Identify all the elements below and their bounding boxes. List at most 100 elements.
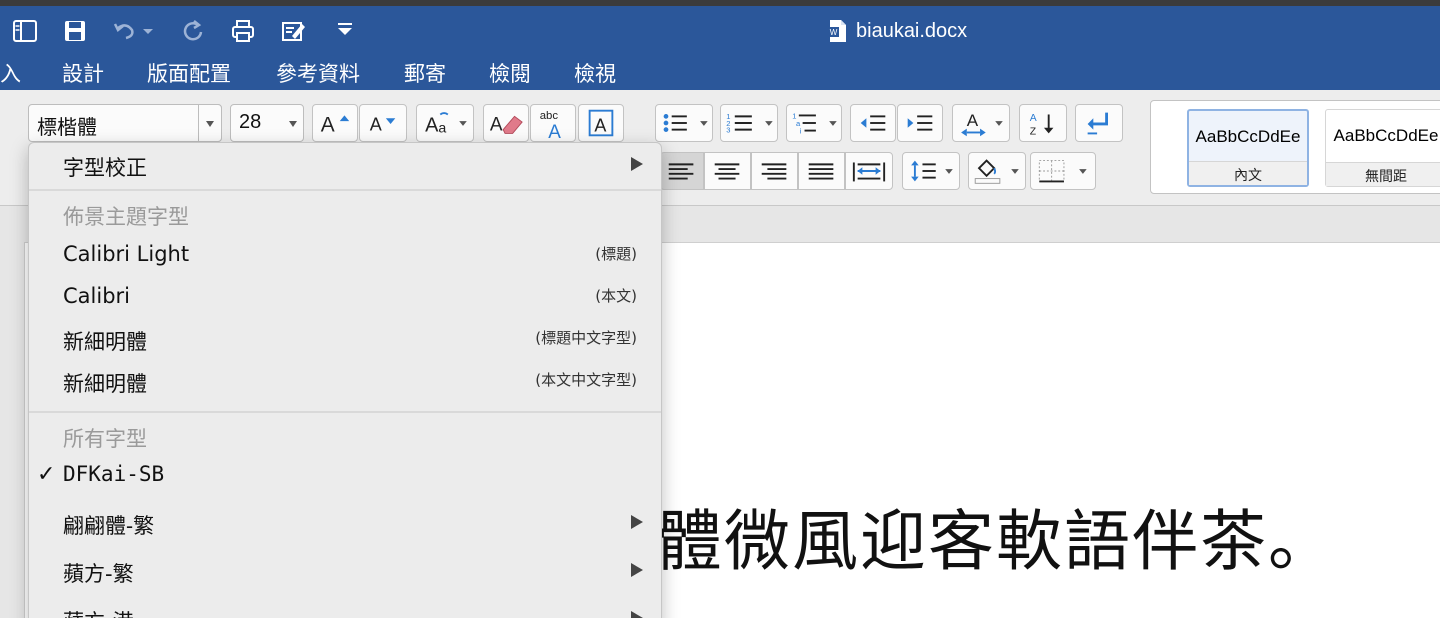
word-window: W biaukai.docx 入 設計 版面配置 參考資料 郵寄 檢閱 檢視 標… (0, 0, 1440, 618)
submenu-arrow-icon (631, 563, 643, 577)
align-left-icon (668, 163, 694, 180)
print-icon[interactable] (228, 16, 258, 46)
shrink-font-button[interactable]: A (359, 104, 407, 142)
multilevel-list-button[interactable]: 1ai (786, 104, 842, 142)
checkmark-icon: ✓ (37, 461, 56, 486)
style-card-normal[interactable]: AaBbCcDdEe 內文 (1187, 109, 1309, 187)
justify-icon (808, 163, 834, 180)
text-effects-button[interactable]: abc A (530, 104, 576, 142)
sort-icon: AZ (1030, 113, 1054, 137)
borders-button[interactable] (1030, 152, 1096, 190)
menu-item-font[interactable]: 蘋方-繁 (29, 551, 661, 591)
svg-text:A: A (967, 111, 979, 130)
font-name-label: Calibri (63, 284, 130, 308)
redo-icon[interactable] (178, 16, 208, 46)
tab-insert[interactable]: 入 (0, 58, 21, 88)
svg-text:A: A (490, 115, 503, 136)
style-name-label: 內文 (1189, 161, 1307, 185)
svg-text:A: A (370, 115, 382, 135)
character-border-icon: A (588, 109, 614, 137)
align-right-icon (761, 163, 787, 180)
grow-font-button[interactable]: A (312, 104, 358, 142)
menu-item-font[interactable]: Calibri (本文) (29, 277, 661, 317)
align-right-button[interactable] (751, 152, 798, 190)
menu-item-font[interactable]: 新細明體 (本文中文字型) (29, 361, 661, 401)
text-effects-icon: abcA (540, 110, 562, 141)
tab-review[interactable]: 檢閱 (489, 58, 531, 88)
character-border-button[interactable]: A (578, 104, 624, 142)
svg-text:A: A (548, 122, 561, 141)
document-title: W biaukai.docx (828, 18, 967, 44)
eraser-icon: A (490, 115, 523, 136)
font-dropdown-menu: 字型校正 佈景主題字型 Calibri Light (標題) Calibri (… (28, 142, 662, 618)
svg-text:A: A (425, 115, 439, 137)
show-formatting-button[interactable] (1075, 104, 1123, 142)
font-name-combobox[interactable]: 標楷體 (28, 104, 222, 142)
font-name-label: 新細明體 (63, 372, 147, 396)
menu-item-font[interactable]: 翩翩體-繁 (29, 503, 661, 543)
style-card-no-spacing[interactable]: AaBbCcDdEe 無間距 (1325, 109, 1440, 187)
svg-text:Z: Z (1030, 126, 1037, 137)
theme-fonts-header: 佈景主題字型 (63, 205, 189, 229)
document-body-text[interactable]: 體微風迎客軟語伴茶。 (656, 488, 1336, 584)
justify-button[interactable] (798, 152, 845, 190)
tab-references[interactable]: 參考資料 (276, 58, 360, 88)
edit-document-icon[interactable] (278, 16, 308, 46)
distributed-button[interactable] (845, 152, 893, 190)
font-size-combobox[interactable]: 28 (230, 104, 304, 142)
sidebar-toggle-icon[interactable] (10, 16, 40, 46)
increase-indent-button[interactable] (897, 104, 943, 142)
tab-mailings[interactable]: 郵寄 (404, 58, 446, 88)
return-arrow-icon (1087, 112, 1108, 135)
sort-button[interactable]: AZ (1019, 104, 1067, 142)
style-sample-text: AaBbCcDdEe (1195, 127, 1301, 146)
tab-layout[interactable]: 版面配置 (147, 58, 231, 88)
menu-item-font-correction[interactable]: 字型校正 (29, 145, 661, 185)
align-left-button[interactable] (660, 152, 704, 190)
title-bar: W biaukai.docx (0, 6, 1440, 56)
style-sample-text: AaBbCcDdEe (1333, 126, 1439, 145)
increase-indent-icon (907, 115, 933, 131)
align-center-button[interactable] (704, 152, 751, 190)
svg-text:A: A (321, 114, 335, 137)
font-name-label: 翩翩體-繁 (63, 514, 155, 538)
character-spacing-icon: A (961, 111, 1003, 137)
save-icon[interactable] (60, 16, 90, 46)
shrink-font-icon: A (370, 115, 396, 135)
numbered-list-icon: 123 (726, 112, 773, 134)
undo-dropdown-icon[interactable] (140, 16, 156, 46)
shading-button[interactable] (968, 152, 1026, 190)
menu-item-font[interactable]: 新細明體 (標題中文字型) (29, 319, 661, 359)
submenu-arrow-icon (631, 157, 643, 171)
word-document-icon: W (828, 20, 846, 42)
change-case-button[interactable]: Aa (416, 104, 474, 142)
decrease-indent-button[interactable] (850, 104, 896, 142)
line-spacing-icon (911, 160, 953, 182)
distributed-icon (852, 162, 886, 182)
chevron-down-icon (206, 121, 214, 127)
line-spacing-button[interactable] (902, 152, 960, 190)
tab-design[interactable]: 設計 (62, 58, 104, 88)
font-size-value: 28 (239, 111, 262, 133)
menu-item-font-selected[interactable]: ✓ DFKai-SB (29, 455, 661, 495)
svg-text:A: A (1030, 113, 1037, 124)
menu-item-font[interactable]: 蘋方-港 (29, 599, 661, 618)
tab-view[interactable]: 檢視 (574, 58, 616, 88)
menu-separator (29, 189, 661, 191)
submenu-arrow-icon (631, 611, 643, 618)
menu-item-font[interactable]: Calibri Light (標題) (29, 235, 661, 275)
bullets-button[interactable] (655, 104, 713, 142)
document-title-text: biaukai.docx (856, 19, 968, 42)
undo-icon[interactable] (110, 16, 140, 46)
grow-font-icon: A (321, 114, 350, 137)
customize-toolbar-icon[interactable] (332, 16, 358, 46)
svg-text:A: A (594, 116, 606, 136)
styles-gallery: AaBbCcDdEe 內文 AaBbCcDdEe 無間距 (1150, 100, 1440, 194)
font-name-dropdown-button[interactable] (198, 104, 222, 142)
svg-text:a: a (438, 120, 446, 136)
numbering-button[interactable]: 123 (720, 104, 778, 142)
decrease-indent-icon (860, 115, 886, 131)
clear-formatting-button[interactable]: A (483, 104, 529, 142)
character-spacing-button[interactable]: A (952, 104, 1010, 142)
menu-item-label: 字型校正 (63, 156, 147, 180)
